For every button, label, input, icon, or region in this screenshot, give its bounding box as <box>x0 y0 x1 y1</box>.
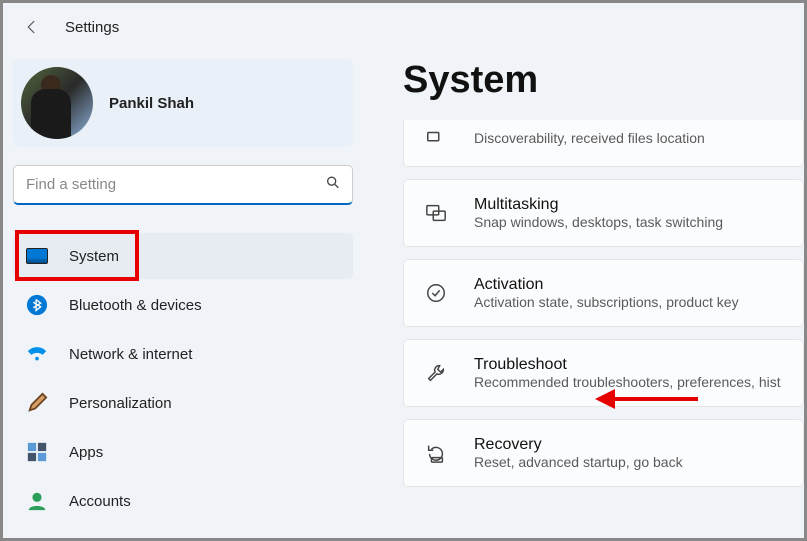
apps-icon <box>25 440 49 464</box>
check-circle-icon <box>422 279 450 307</box>
card-title: Multitasking <box>474 196 723 214</box>
card-multitasking[interactable]: Multitasking Snap windows, desktops, tas… <box>403 179 804 247</box>
nearby-icon <box>422 124 450 152</box>
card-subtitle: Activation state, subscriptions, product… <box>474 294 739 310</box>
card-title: Activation <box>474 276 739 294</box>
card-subtitle: Discoverability, received files location <box>474 130 705 146</box>
card-subtitle: Reset, advanced startup, go back <box>474 454 683 470</box>
card-recovery[interactable]: Recovery Reset, advanced startup, go bac… <box>403 419 804 487</box>
nav-list: System Bluetooth & devices Network & int… <box>13 233 353 524</box>
page-title: System <box>403 59 804 102</box>
header-title: Settings <box>65 19 119 36</box>
person-icon <box>25 489 49 513</box>
multitask-icon <box>422 199 450 227</box>
sidebar-item-system[interactable]: System <box>13 233 353 279</box>
card-title: Recovery <box>474 436 683 454</box>
sidebar-item-label: Bluetooth & devices <box>69 297 202 314</box>
sidebar-item-accounts[interactable]: Accounts <box>13 478 353 524</box>
sidebar-item-label: Apps <box>69 444 103 461</box>
search-icon <box>325 175 341 196</box>
sidebar-item-bluetooth[interactable]: Bluetooth & devices <box>13 282 353 328</box>
sidebar-item-label: Network & internet <box>69 346 192 363</box>
sidebar-item-label: System <box>69 248 119 265</box>
brush-icon <box>25 391 49 415</box>
card-title: Troubleshoot <box>474 356 781 374</box>
card-nearby-sharing[interactable]: Discoverability, received files location <box>403 120 804 167</box>
card-subtitle: Snap windows, desktops, task switching <box>474 214 723 230</box>
search-box <box>13 165 353 205</box>
sidebar-item-label: Personalization <box>69 395 172 412</box>
system-icon <box>25 244 49 268</box>
wifi-icon <box>25 342 49 366</box>
sidebar: Pankil Shah System Bluetooth & devices <box>3 51 363 538</box>
card-activation[interactable]: Activation Activation state, subscriptio… <box>403 259 804 327</box>
back-arrow-icon[interactable] <box>23 18 41 36</box>
sidebar-item-network[interactable]: Network & internet <box>13 331 353 377</box>
avatar <box>21 67 93 139</box>
wrench-icon <box>422 359 450 387</box>
search-input[interactable] <box>13 165 353 205</box>
sidebar-item-apps[interactable]: Apps <box>13 429 353 475</box>
bluetooth-icon <box>25 293 49 317</box>
card-subtitle: Recommended troubleshooters, preferences… <box>474 374 781 390</box>
recovery-icon <box>422 439 450 467</box>
main-content: System Discoverability, received files l… <box>363 51 804 538</box>
profile-block[interactable]: Pankil Shah <box>13 59 353 147</box>
sidebar-item-label: Accounts <box>69 493 131 510</box>
card-troubleshoot[interactable]: Troubleshoot Recommended troubleshooters… <box>403 339 804 407</box>
window-header: Settings <box>3 3 804 51</box>
sidebar-item-personalization[interactable]: Personalization <box>13 380 353 426</box>
profile-name: Pankil Shah <box>109 95 194 112</box>
